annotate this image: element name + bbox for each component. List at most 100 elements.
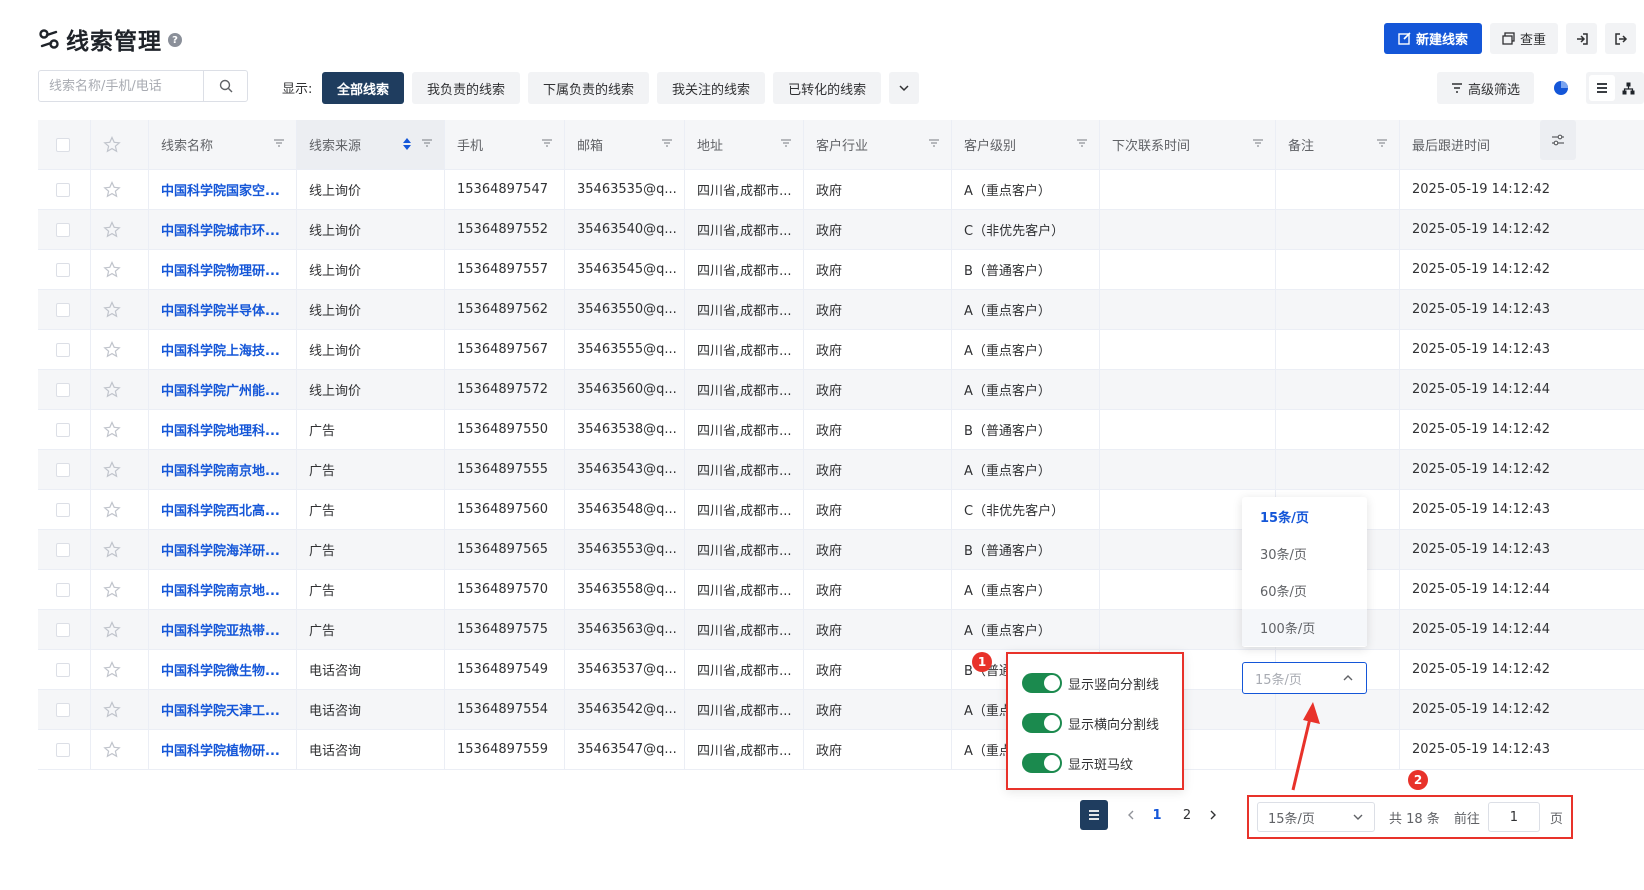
lead-name-cell[interactable]: 中国科学院西北高... [149,490,297,529]
table-row[interactable]: 中国科学院国家空... 线上询价 15364897547 35463535@q... 四… [38,170,1644,210]
lead-name-cell[interactable]: 中国科学院城市环... [149,210,297,249]
table-row[interactable]: 中国科学院广州能... 线上询价 15364897572 35463560@q... 四… [38,370,1644,410]
row-checkbox[interactable] [56,262,70,277]
lead-name-cell[interactable]: 中国科学院南京地... [149,570,297,609]
next-page-button[interactable] [1202,800,1224,830]
lead-name-cell[interactable]: 中国科学院植物研... [149,730,297,769]
chart-button[interactable] [1546,72,1576,104]
table-row[interactable]: 中国科学院西北高... 广告 15364897560 35463548@q... 四川省… [38,490,1644,530]
row-checkbox[interactable] [56,422,70,437]
page-number[interactable]: 2 [1172,800,1202,830]
page-size-option[interactable]: 30条/页 [1242,535,1367,572]
col-header-address[interactable]: 地址 [685,120,804,169]
page-size-option[interactable]: 60条/页 [1242,572,1367,609]
col-header-next-contact[interactable]: 下次联系时间 [1100,120,1276,169]
row-checkbox[interactable] [56,222,70,237]
table-row[interactable]: 中国科学院南京地... 广告 15364897555 35463543@q... 四川省… [38,450,1644,490]
row-checkbox[interactable] [56,382,70,397]
follow-star-button[interactable] [91,650,149,689]
follow-star-button[interactable] [91,290,149,329]
lead-name-cell[interactable]: 中国科学院亚热带... [149,610,297,649]
new-lead-button[interactable]: 新建线索 [1383,23,1482,54]
column-filter-icon[interactable] [1077,138,1087,148]
col-header-last-follow[interactable]: 最后跟进时间 [1400,120,1576,169]
tab-followed-leads[interactable]: 我关注的线索 [657,72,766,104]
row-checkbox[interactable] [56,342,70,357]
help-icon[interactable]: ? [168,33,182,47]
table-row[interactable]: 中国科学院亚热带... 广告 15364897575 35463563@q... 四川省… [38,610,1644,650]
table-row[interactable]: 中国科学院物理研... 线上询价 15364897557 35463545@q... 四… [38,250,1644,290]
column-filter-icon[interactable] [781,138,791,148]
table-row[interactable]: 中国科学院植物研... 电话咨询 15364897559 35463547@q... 四… [38,730,1644,770]
lead-name-cell[interactable]: 中国科学院上海技... [149,330,297,369]
row-checkbox[interactable] [56,462,70,477]
lead-name-cell[interactable]: 中国科学院南京地... [149,450,297,489]
sort-icon[interactable] [402,137,412,151]
follow-star-button[interactable] [91,530,149,569]
page-size-select[interactable]: 15条/页 [1257,802,1375,832]
lead-name-cell[interactable]: 中国科学院天津工... [149,690,297,729]
column-settings-button[interactable] [1540,120,1576,160]
follow-star-button[interactable] [91,490,149,529]
export-button[interactable] [1605,23,1636,54]
tab-all-leads[interactable]: 全部线索 [322,72,405,104]
column-filter-icon[interactable] [542,138,552,148]
column-filter-icon[interactable] [422,138,432,148]
dedupe-button[interactable]: 查重 [1489,23,1558,54]
col-header-industry[interactable]: 客户行业 [804,120,952,169]
row-checkbox[interactable] [56,742,70,757]
lead-name-cell[interactable]: 中国科学院微生物... [149,650,297,689]
column-filter-icon[interactable] [929,138,939,148]
tab-my-leads[interactable]: 我负责的线索 [412,72,521,104]
more-tabs-button[interactable] [889,72,920,104]
page-size-option[interactable]: 15条/页 [1242,498,1367,535]
vertical-lines-switch[interactable] [1022,673,1062,693]
row-checkbox[interactable] [56,502,70,517]
lead-name-cell[interactable]: 中国科学院国家空... [149,170,297,209]
table-row[interactable]: 中国科学院上海技... 线上询价 15364897567 35463555@q... 四… [38,330,1644,370]
row-checkbox[interactable] [56,582,70,597]
tab-converted-leads[interactable]: 已转化的线索 [773,72,882,104]
follow-star-button[interactable] [91,570,149,609]
table-row[interactable]: 中国科学院城市环... 线上询价 15364897552 35463540@q... 四… [38,210,1644,250]
lead-name-cell[interactable]: 中国科学院地理科... [149,410,297,449]
page-number[interactable]: 1 [1142,800,1172,830]
table-row[interactable]: 中国科学院微生物... 电话咨询 15364897549 35463537@q... 四… [38,650,1644,690]
follow-star-button[interactable] [91,250,149,289]
import-button[interactable] [1566,23,1597,54]
lead-name-cell[interactable]: 中国科学院广州能... [149,370,297,409]
row-checkbox[interactable] [56,662,70,677]
lead-name-cell[interactable]: 中国科学院海洋研... [149,530,297,569]
page-size-select-open[interactable]: 15条/页 [1242,662,1367,694]
table-row[interactable]: 中国科学院南京地... 广告 15364897570 35463558@q... 四川省… [38,570,1644,610]
col-header-email[interactable]: 邮箱 [565,120,685,169]
follow-star-button[interactable] [91,170,149,209]
table-row[interactable]: 中国科学院天津工... 电话咨询 15364897554 35463542@q... 四… [38,690,1644,730]
table-row[interactable]: 中国科学院半导体... 线上询价 15364897562 35463550@q... 四… [38,290,1644,330]
zebra-stripes-switch[interactable] [1022,753,1062,773]
row-checkbox[interactable] [56,542,70,557]
search-input[interactable] [39,71,203,101]
table-row[interactable]: 中国科学院海洋研... 广告 15364897565 35463553@q... 四川省… [38,530,1644,570]
follow-star-button[interactable] [91,410,149,449]
select-all-checkbox[interactable] [56,137,70,152]
list-view-button[interactable] [1589,75,1615,101]
row-checkbox[interactable] [56,702,70,717]
follow-star-button[interactable] [91,450,149,489]
follow-star-button[interactable] [91,690,149,729]
pagination-list-button[interactable] [1080,800,1108,830]
col-header-level[interactable]: 客户级别 [952,120,1100,169]
col-header-phone[interactable]: 手机 [445,120,565,169]
column-filter-icon[interactable] [1253,138,1263,148]
follow-star-button[interactable] [91,330,149,369]
col-header-remark[interactable]: 备注 [1276,120,1400,169]
page-size-option[interactable]: 100条/页 [1242,609,1367,646]
row-checkbox[interactable] [56,302,70,317]
prev-page-button[interactable] [1120,800,1142,830]
column-filter-icon[interactable] [274,138,284,148]
tab-subordinate-leads[interactable]: 下属负责的线索 [528,72,650,104]
follow-star-button[interactable] [91,610,149,649]
row-checkbox[interactable] [56,182,70,197]
horizontal-lines-switch[interactable] [1022,713,1062,733]
lead-name-cell[interactable]: 中国科学院物理研... [149,250,297,289]
